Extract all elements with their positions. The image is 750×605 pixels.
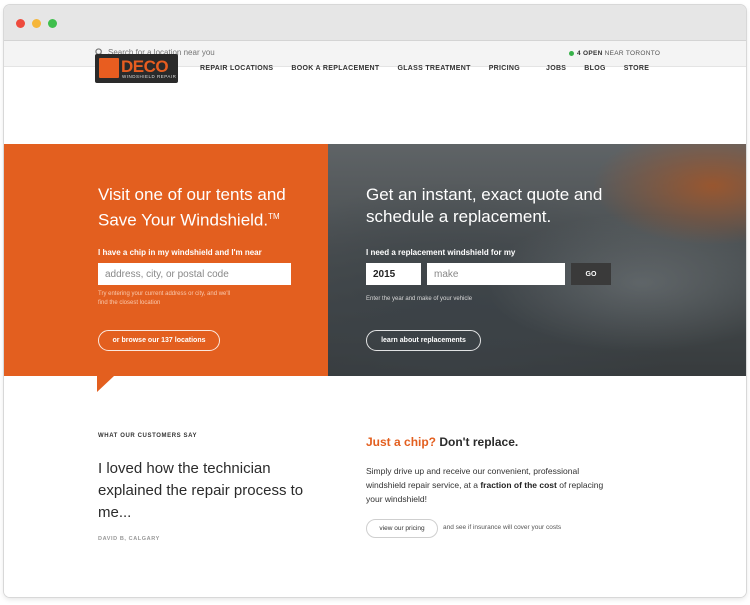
vehicle-make-input[interactable]: [427, 263, 565, 285]
repair-label: I have a chip in my windshield and I'm n…: [98, 248, 262, 257]
open-count: 4 OPEN: [577, 50, 603, 57]
repair-panel: Visit one of our tents and Save Your Win…: [4, 144, 328, 376]
nav-jobs[interactable]: JOBS: [546, 65, 566, 72]
open-locations-status[interactable]: 4 OPEN NEAR TORONTO: [569, 50, 660, 57]
nav-glass-treatment[interactable]: GLASS TREATMENT: [397, 65, 470, 72]
primary-nav: REPAIR LOCATIONS BOOK A REPLACEMENT GLAS…: [200, 65, 538, 72]
browser-window: 4 OPEN NEAR TORONTO DECO WINDSHIELD REPA…: [4, 5, 746, 597]
logo-tagline: WINDSHIELD REPAIR: [122, 74, 177, 79]
minimize-window-icon[interactable]: [32, 19, 41, 28]
view-pricing-button[interactable]: view our pricing: [366, 519, 438, 538]
open-status-icon: [569, 51, 574, 56]
status-location: NEAR TORONTO: [604, 50, 661, 57]
nav-blog[interactable]: BLOG: [584, 65, 605, 72]
pricing-note: and see if insurance will cover your cos…: [443, 524, 562, 531]
replacement-help-text: Enter the year and make of your vehicle: [366, 296, 473, 302]
chip-heading: Just a chip? Don't replace.: [366, 435, 519, 449]
replacement-panel: Get an instant, exact quote and schedule…: [328, 144, 746, 376]
browse-locations-button[interactable]: or browse our 137 locations: [98, 330, 220, 351]
close-window-icon[interactable]: [16, 19, 25, 28]
testimonial-quote: I loved how the technician explained the…: [98, 460, 304, 521]
repair-title: Visit one of our tents and Save Your Win…: [98, 185, 286, 230]
nav-book-replacement[interactable]: BOOK A REPLACEMENT: [291, 65, 379, 72]
browser-chrome: [4, 5, 746, 41]
lower-content: WHAT OUR CUSTOMERS SAY I loved how the t…: [4, 376, 746, 597]
hero-pointer: [97, 376, 114, 392]
replacement-title: Get an instant, exact quote and schedule…: [366, 185, 603, 226]
nav-store[interactable]: STORE: [624, 65, 650, 72]
go-button[interactable]: GO: [571, 263, 611, 285]
hero: Visit one of our tents and Save Your Win…: [4, 144, 746, 376]
chip-description: Simply drive up and receive our convenie…: [366, 466, 604, 504]
repair-help-text: Try entering your current address or cit…: [98, 291, 231, 306]
deco-logo[interactable]: DECO WINDSHIELD REPAIR: [95, 54, 178, 83]
nav-pricing[interactable]: PRICING: [489, 65, 520, 72]
nav-repair-locations[interactable]: REPAIR LOCATIONS: [200, 65, 273, 72]
learn-replacements-button[interactable]: learn about replacements: [366, 330, 481, 351]
testimonial-eyebrow: WHAT OUR CUSTOMERS SAY: [98, 433, 198, 439]
repair-location-input[interactable]: [98, 263, 291, 285]
secondary-nav: JOBS BLOG STORE: [546, 65, 667, 72]
replacement-label: I need a replacement windshield for my: [366, 248, 516, 257]
maximize-window-icon[interactable]: [48, 19, 57, 28]
vehicle-year-input[interactable]: [366, 263, 421, 285]
testimonial-author: DAVID B, CALGARY: [98, 536, 160, 542]
logo-mark-icon: [99, 58, 119, 78]
